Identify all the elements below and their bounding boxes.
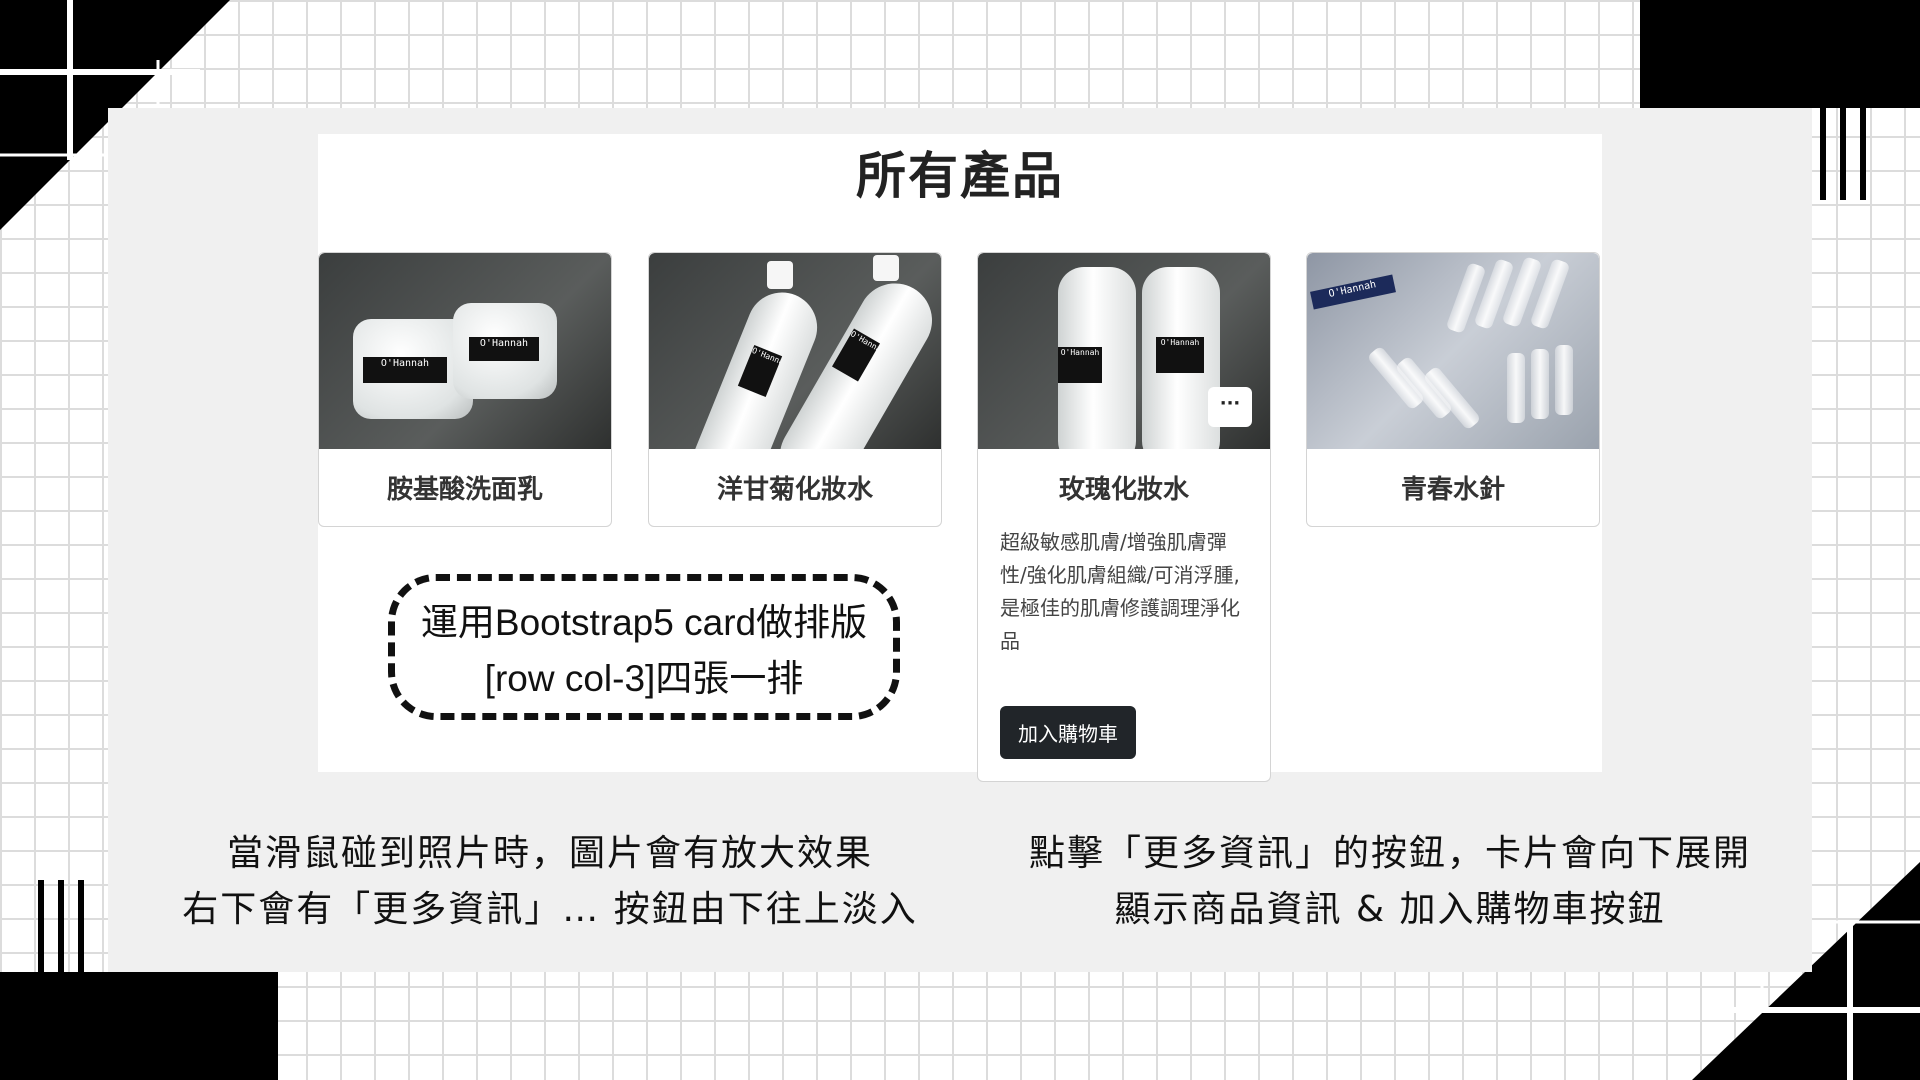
brand-label: O'Hannah: [363, 357, 447, 383]
products-section: 所有產品 O'Hannah O'Hannah 胺基酸洗面乳 O'Hannah O…: [318, 134, 1602, 782]
caption-line: 顯示商品資訊 & 加入購物車按鈕: [1114, 889, 1666, 930]
caption-line: 當滑鼠碰到照片時，圖片會有放大效果: [226, 833, 873, 874]
product-name: 玫瑰化妝水: [1058, 475, 1189, 505]
caption-line: 右下會有「更多資訊」… 按鈕由下往上淡入: [182, 889, 918, 930]
page-title: 所有產品: [856, 147, 1064, 205]
product-image[interactable]: O'Hannah O'Hannah ···: [978, 253, 1270, 449]
product-card[interactable]: O'Hannah 青春水針: [1306, 252, 1600, 527]
brand-label: O'Hannah: [1058, 347, 1102, 383]
caption-hover-effect: 當滑鼠碰到照片時，圖片會有放大效果 右下會有「更多資訊」… 按鈕由下往上淡入: [150, 826, 950, 938]
product-name: 洋甘菊化妝水: [716, 475, 873, 505]
brand-label: O'Hannah: [469, 337, 539, 361]
add-to-cart-button[interactable]: 加入購物車: [1000, 706, 1136, 759]
product-card[interactable]: O'Hannah O'Hannah 胺基酸洗面乳: [318, 252, 612, 527]
product-image[interactable]: O'Hannah O'Hannah: [319, 253, 611, 449]
caption-expand-effect: 點擊「更多資訊」的按鈕，卡片會向下展開 顯示商品資訊 & 加入購物車按鈕: [990, 826, 1790, 938]
corner-bars-top-right: [1820, 108, 1880, 200]
annotation-line-1: 運用Bootstrap5 card做排版: [420, 602, 868, 643]
corner-decoration-bottom-left: [0, 972, 278, 1080]
more-info-button[interactable]: ···: [1208, 387, 1252, 427]
annotation-line-2: [row col-3]四張一排: [484, 658, 804, 699]
product-name: 胺基酸洗面乳: [386, 475, 543, 505]
product-description: 超級敏感肌膚/增強肌膚彈性/強化肌膚組織/可消浮腫,是極佳的肌膚修護調理淨化品: [1000, 530, 1240, 653]
product-name: 青春水針: [1400, 475, 1505, 505]
caption-line: 點擊「更多資訊」的按鈕，卡片會向下展開: [1028, 833, 1751, 874]
layout-annotation: 運用Bootstrap5 card做排版 [row col-3]四張一排: [388, 574, 900, 720]
brand-label: O'Hannah: [1156, 337, 1204, 373]
product-image[interactable]: O'Hannah O'Hannah: [649, 253, 941, 449]
product-card-expanded[interactable]: O'Hannah O'Hannah ··· 玫瑰化妝水 超級敏感肌膚/增強肌膚彈…: [977, 252, 1271, 782]
corner-bars-bottom-left: [38, 880, 98, 972]
product-card[interactable]: O'Hannah O'Hannah 洋甘菊化妝水: [648, 252, 942, 527]
corner-decoration-top-right: [1640, 0, 1920, 108]
product-image[interactable]: O'Hannah: [1307, 253, 1599, 449]
